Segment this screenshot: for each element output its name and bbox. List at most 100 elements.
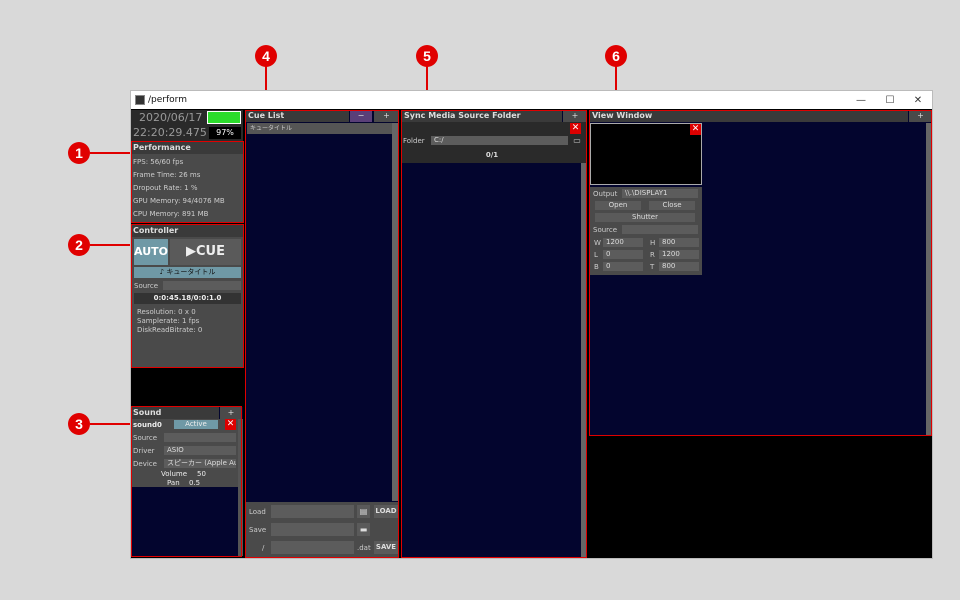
w-label: W <box>594 239 601 247</box>
l-label: L <box>594 251 598 259</box>
save-button[interactable]: SAVE <box>374 541 398 554</box>
minimize-button[interactable]: — <box>846 91 876 109</box>
view-window-add-button[interactable]: + <box>909 110 932 122</box>
bitrate-text: DiskReadBitrate: 0 <box>137 326 203 334</box>
close-window-button[interactable]: ✕ <box>903 91 933 109</box>
cue-save-field[interactable] <box>271 523 354 536</box>
view-source-field[interactable] <box>622 225 698 234</box>
save-folder-icon[interactable]: ▬ <box>357 523 370 536</box>
gpu-memory-text: GPU Memory: 94/4076 MB <box>133 197 225 205</box>
dropout-text: Dropout Rate: 1 % <box>133 184 198 192</box>
auto-button[interactable]: AUTO <box>134 239 168 265</box>
cue-list-scrollbar[interactable] <box>392 123 399 501</box>
sound-header: Sound <box>131 407 219 419</box>
timecode-display: 0:0:45.18/0:0:1.0 <box>134 293 241 304</box>
view-window-scrollbar[interactable] <box>926 123 932 436</box>
output-field[interactable]: \\.\DISPLAY1 <box>622 189 698 198</box>
cue-ext-label: .dat <box>357 544 371 552</box>
window-title: /perform <box>148 95 187 105</box>
cue-list-header: Cue List <box>246 110 349 122</box>
cue-load-label: Load <box>249 508 266 516</box>
sound-source-field[interactable] <box>164 433 236 442</box>
callout-5: 5 <box>416 45 438 67</box>
cue-file-area: Load ▤ LOAD Save ▬ / .dat SAVE <box>246 502 399 558</box>
sync-count: 0/1 <box>485 151 499 159</box>
sync-folder-close-icon[interactable]: ✕ <box>570 123 581 134</box>
sound-driver-field[interactable]: ASIO <box>164 446 236 455</box>
load-button[interactable]: LOAD <box>374 505 398 518</box>
usage-percent: 97% <box>209 127 241 139</box>
sound-item: sound0 Active ✕ Source Driver ASIO Devic… <box>131 419 243 487</box>
callout-6: 6 <box>605 45 627 67</box>
cue-path-label: / <box>262 544 265 552</box>
callout-3: 3 <box>68 413 90 435</box>
sound-driver-label: Driver <box>133 447 155 455</box>
w-field[interactable]: 1200 <box>603 238 643 247</box>
pan-value[interactable]: 0.5 <box>189 479 200 487</box>
r-field[interactable]: 1200 <box>659 250 699 259</box>
folder-path-field[interactable]: C:/ <box>431 136 568 145</box>
view-preview: ✕ <box>590 123 702 185</box>
h-field[interactable]: 800 <box>659 238 699 247</box>
sync-indicator[interactable] <box>207 111 241 124</box>
volume-value[interactable]: 50 <box>197 470 206 478</box>
resolution-text: Resolution: 0 x 0 <box>137 308 196 316</box>
sync-folder-header: Sync Media Source Folder <box>402 110 562 122</box>
r-label: R <box>650 251 655 259</box>
callout-2: 2 <box>68 234 90 256</box>
cue-button[interactable]: ▶CUE <box>170 239 241 265</box>
b-field[interactable]: 0 <box>603 262 643 271</box>
app-icon <box>135 95 145 105</box>
t-field[interactable]: 800 <box>659 262 699 271</box>
cue-add-button[interactable]: + <box>374 110 399 122</box>
callout-1: 1 <box>68 142 90 164</box>
sound-name: sound0 <box>133 421 162 429</box>
sync-folder-toolbar: ✕ Folder C:/ ▭ 0/1 <box>402 122 587 163</box>
fps-text: FPS: 56/60 fps <box>133 158 184 166</box>
sound-add-button[interactable]: + <box>220 407 242 419</box>
cue-save-label: Save <box>249 526 267 534</box>
samplerate-text: Samplerate: 1 fps <box>137 317 200 325</box>
performance-header: Performance <box>131 142 243 154</box>
sync-folder-scrollbar[interactable] <box>581 163 587 558</box>
maximize-button[interactable]: ☐ <box>875 91 905 109</box>
cue-filename-field[interactable] <box>271 541 354 554</box>
load-file-icon[interactable]: ▤ <box>357 505 370 518</box>
sound-device-label: Device <box>133 460 157 468</box>
sound-device-field[interactable]: スピーカー (Apple Audio <box>164 459 236 468</box>
cue-load-field[interactable] <box>271 505 354 518</box>
callout-2-line <box>90 244 132 246</box>
output-label: Output <box>593 190 618 198</box>
folder-open-icon[interactable]: ▭ <box>571 135 583 146</box>
sound-remove-icon[interactable]: ✕ <box>225 419 236 430</box>
date-display: 2020/06/17 <box>139 111 203 124</box>
sync-folder-panel: Sync Media Source Folder + ✕ Folder C:/ … <box>402 110 587 558</box>
status-area: 2020/06/17 22:20:29.475 97% <box>131 110 243 141</box>
preview-close-icon[interactable]: ✕ <box>690 124 701 135</box>
title-bar: /perform — ☐ ✕ <box>131 91 932 109</box>
controller-panel: Controller AUTO ▶CUE ♪ キュータイトル Source 0:… <box>131 225 243 367</box>
callout-3-line <box>90 423 132 425</box>
frame-time-text: Frame Time: 26 ms <box>133 171 201 179</box>
l-field[interactable]: 0 <box>603 250 643 259</box>
h-label: H <box>650 239 656 247</box>
controller-source-field[interactable] <box>163 281 241 290</box>
folder-label: Folder <box>403 137 425 145</box>
t-label: T <box>650 263 655 271</box>
close-output-button[interactable]: Close <box>649 201 695 210</box>
cue-remove-button[interactable]: − <box>350 110 372 122</box>
view-window-header: View Window <box>590 110 908 122</box>
sound-active-badge[interactable]: Active <box>174 420 218 429</box>
time-display: 22:20:29.475 <box>133 126 207 139</box>
controller-source-label: Source <box>134 282 159 290</box>
cue-list-item[interactable]: キュータイトル <box>247 123 392 134</box>
view-source-label: Source <box>593 226 618 234</box>
cue-title-bar: ♪ キュータイトル <box>134 267 241 278</box>
sync-folder-add-button[interactable]: + <box>563 110 587 122</box>
volume-label: Volume <box>161 470 188 478</box>
b-label: B <box>594 263 599 271</box>
open-button[interactable]: Open <box>595 201 641 210</box>
shutter-button[interactable]: Shutter <box>595 213 695 222</box>
sound-scrollbar[interactable] <box>238 419 243 556</box>
view-settings: Output \\.\DISPLAY1 Open Close Shutter S… <box>590 187 702 275</box>
